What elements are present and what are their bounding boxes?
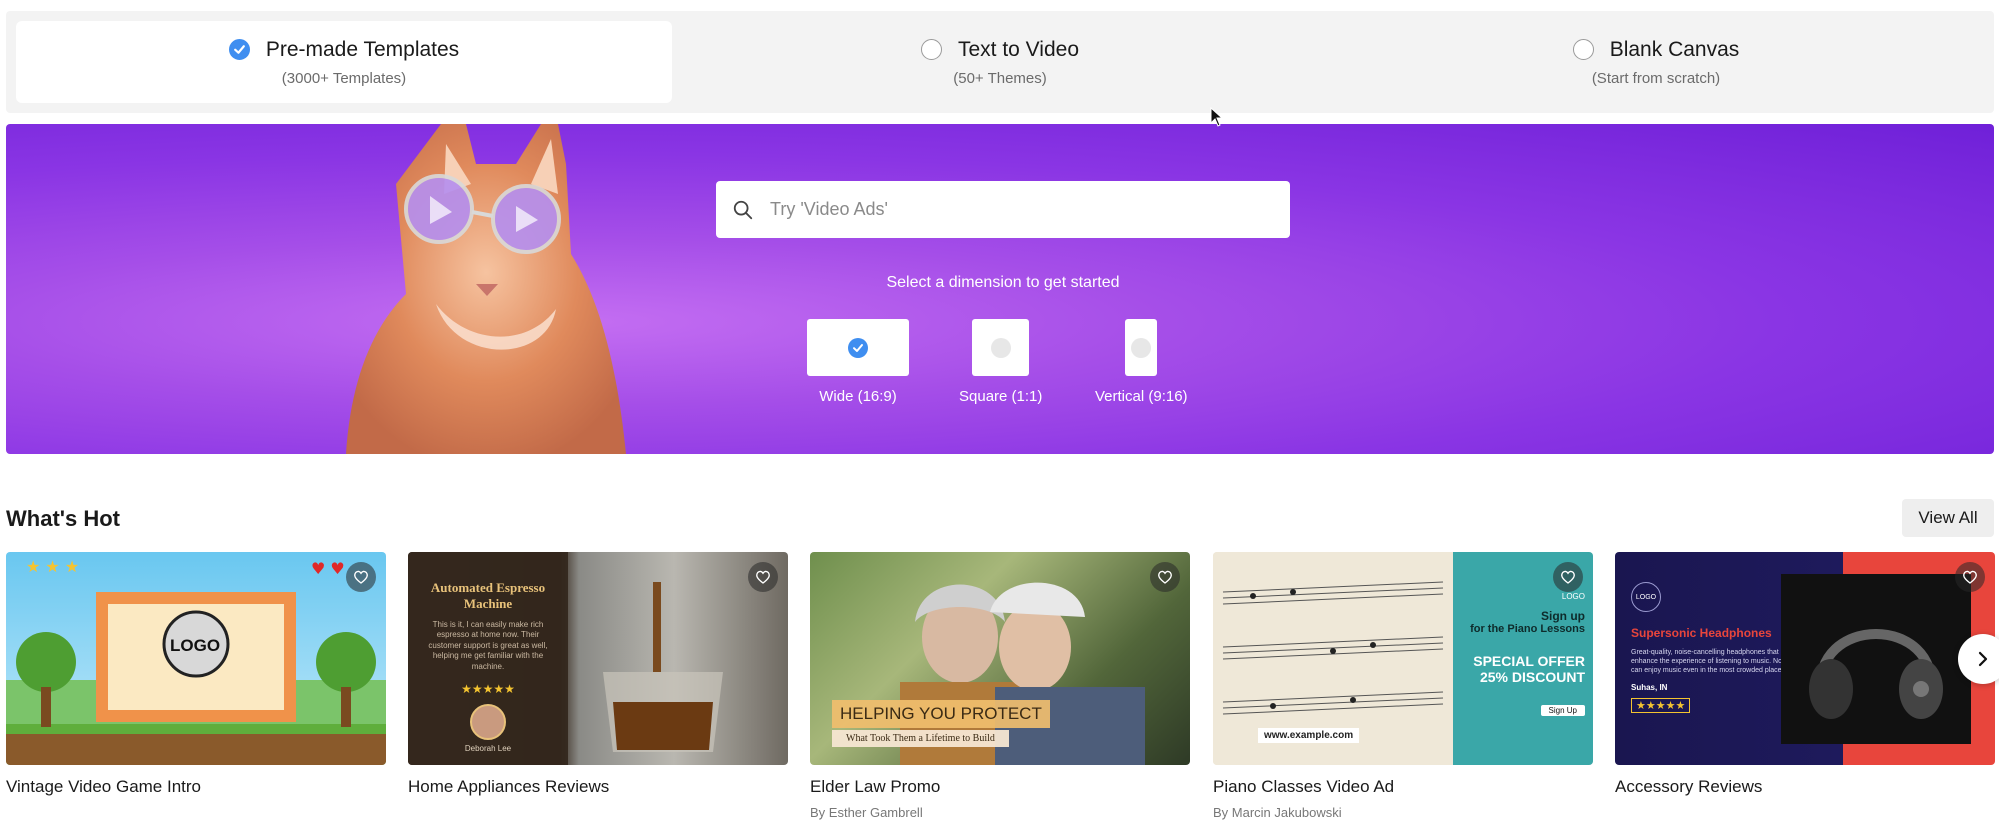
hero-banner: Select a dimension to get started Wide (… bbox=[6, 124, 1994, 454]
mode-premade-templates[interactable]: Pre-made Templates (3000+ Templates) bbox=[16, 21, 672, 103]
heart-icon bbox=[756, 570, 770, 584]
reviewer-avatar bbox=[470, 703, 506, 740]
template-title[interactable]: Vintage Video Game Intro bbox=[6, 777, 386, 797]
template-search-box[interactable] bbox=[716, 181, 1290, 238]
template-thumbnail[interactable]: HELPING YOU PROTECT What Took Them a Lif… bbox=[810, 552, 1190, 765]
mode-title: Pre-made Templates bbox=[265, 37, 460, 61]
mouse-cursor-icon bbox=[1210, 107, 1224, 127]
template-card[interactable]: ★ ★ ★ ♥ ♥ LOGO Vintage Video Game Intro bbox=[6, 552, 386, 797]
offer-line2: 25% DISCOUNT bbox=[1479, 669, 1585, 685]
dimension-options: Wide (16:9) Square (1:1) Vertical (9:16) bbox=[6, 319, 1994, 419]
template-card[interactable]: Automated Espresso Machine This is it, I… bbox=[408, 552, 788, 797]
section-title: What's Hot bbox=[6, 506, 120, 531]
mode-subtitle: (50+ Themes) bbox=[953, 69, 1047, 87]
logo-badge: LOGO bbox=[1631, 582, 1661, 612]
template-thumbnail[interactable]: LOGO Supersonic Headphones Great-quality… bbox=[1615, 552, 1995, 765]
pixel-scene-illustration: ★ ★ ★ ♥ ♥ bbox=[6, 557, 386, 765]
offer-line1: SPECIAL OFFER bbox=[1473, 653, 1585, 669]
overlay-text: This is it, I can easily make rich espre… bbox=[428, 620, 548, 671]
logo-text: LOGO bbox=[1561, 592, 1585, 601]
dimension-square-box[interactable] bbox=[972, 319, 1030, 376]
search-icon bbox=[733, 200, 753, 219]
mode-blank-canvas[interactable]: Blank Canvas (Start from scratch) bbox=[1328, 21, 1984, 103]
radio-unchecked-icon bbox=[1572, 39, 1594, 60]
template-thumbnail[interactable]: ★ ★ ★ ♥ ♥ LOGO bbox=[6, 552, 386, 765]
dimension-wide-box[interactable] bbox=[807, 319, 909, 376]
mode-title: Text to Video bbox=[957, 37, 1080, 61]
favorite-heart-button[interactable] bbox=[346, 562, 376, 592]
website-url-text: www.example.com bbox=[1258, 728, 1360, 743]
dimension-label: Square (1:1) bbox=[959, 388, 1043, 405]
template-thumbnail[interactable]: Automated Espresso Machine This is it, I… bbox=[408, 552, 788, 765]
template-title[interactable]: Elder Law Promo bbox=[810, 777, 1190, 797]
dimension-prompt: Select a dimension to get started bbox=[886, 274, 1120, 291]
radio-checked-icon bbox=[228, 39, 250, 60]
overlay-name: Deborah Lee bbox=[464, 743, 512, 753]
svg-text:♥ ♥: ♥ ♥ bbox=[311, 559, 345, 578]
signup-line1: Sign up bbox=[1541, 609, 1585, 623]
review-body: Great-quality, noise-cancelling headphon… bbox=[1631, 649, 1791, 675]
favorite-heart-button[interactable] bbox=[1150, 562, 1180, 592]
template-carousel: ★ ★ ★ ♥ ♥ LOGO Vintage Video Game Intro … bbox=[6, 552, 1999, 832]
dimension-vertical[interactable]: Vertical (9:16) bbox=[1095, 319, 1188, 405]
favorite-heart-button[interactable] bbox=[1955, 562, 1985, 592]
favorite-heart-button[interactable] bbox=[748, 562, 778, 592]
dimension-label: Wide (16:9) bbox=[819, 388, 897, 405]
template-author[interactable]: By Marcin Jakubowski bbox=[1213, 805, 1593, 820]
check-icon bbox=[848, 337, 868, 358]
template-title[interactable]: Accessory Reviews bbox=[1615, 777, 1995, 797]
logo-placeholder-text: LOGO bbox=[170, 636, 221, 655]
signup-line2: for the Piano Lessons bbox=[1470, 623, 1585, 635]
heart-icon bbox=[1963, 570, 1977, 584]
template-card[interactable]: HELPING YOU PROTECT What Took Them a Lif… bbox=[810, 552, 1190, 820]
overlay-title: Automated Espresso Machine bbox=[430, 580, 546, 611]
heart-icon bbox=[1158, 570, 1172, 584]
dimension-square[interactable]: Square (1:1) bbox=[959, 319, 1042, 405]
dimension-vertical-box[interactable] bbox=[1125, 319, 1158, 376]
rating-stars-icon: ★★★★★ bbox=[461, 681, 515, 696]
mode-subtitle: (3000+ Templates) bbox=[281, 69, 407, 87]
promo-banner-subtext: What Took Them a Lifetime to Build bbox=[832, 730, 1009, 747]
template-card[interactable]: www.example.com LOGO Sign up for the Pia… bbox=[1213, 552, 1593, 820]
template-thumbnail[interactable]: www.example.com LOGO Sign up for the Pia… bbox=[1213, 552, 1593, 765]
unchecked-dot-icon bbox=[990, 337, 1011, 358]
mode-title: Blank Canvas bbox=[1609, 37, 1740, 61]
mode-subtitle: (Start from scratch) bbox=[1591, 69, 1721, 87]
template-title[interactable]: Home Appliances Reviews bbox=[408, 777, 788, 797]
svg-text:★ ★ ★: ★ ★ ★ bbox=[26, 557, 79, 576]
headphones-photo bbox=[1781, 574, 1971, 744]
mode-text-to-video[interactable]: Text to Video (50+ Themes) bbox=[672, 21, 1328, 103]
signup-cta-text: Sign Up bbox=[1540, 705, 1585, 716]
favorite-heart-button[interactable] bbox=[1553, 562, 1583, 592]
rating-stars-icon: ★★★★★ bbox=[1631, 698, 1691, 714]
template-card[interactable]: LOGO Supersonic Headphones Great-quality… bbox=[1615, 552, 1995, 797]
espresso-cup-illustration bbox=[603, 582, 723, 752]
radio-unchecked-icon bbox=[920, 39, 942, 60]
promo-banner-text: HELPING YOU PROTECT bbox=[832, 700, 1050, 728]
unchecked-dot-icon bbox=[1131, 337, 1152, 358]
search-input[interactable] bbox=[770, 199, 1250, 220]
dimension-label: Vertical (9:16) bbox=[1095, 388, 1188, 405]
template-author[interactable]: By Esther Gambrell bbox=[810, 805, 1190, 820]
heart-icon bbox=[354, 570, 368, 584]
template-title[interactable]: Piano Classes Video Ad bbox=[1213, 777, 1593, 797]
heart-icon bbox=[1561, 570, 1575, 584]
view-all-button[interactable]: View All bbox=[1902, 499, 1994, 537]
chevron-right-icon bbox=[1978, 651, 1988, 667]
creation-mode-selector: Pre-made Templates (3000+ Templates) Tex… bbox=[6, 11, 1994, 113]
dimension-wide[interactable]: Wide (16:9) bbox=[807, 319, 909, 405]
